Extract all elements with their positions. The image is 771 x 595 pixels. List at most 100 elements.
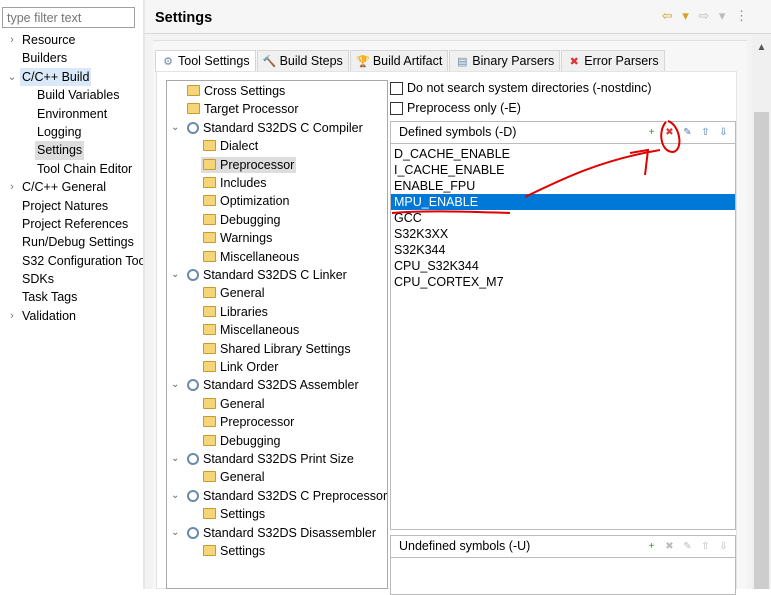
tab-label: Error Parsers — [584, 54, 659, 68]
chevron-right-icon[interactable]: › — [6, 31, 18, 49]
move-down-symbol-icon[interactable]: ⇩ — [716, 125, 731, 140]
nav-item[interactable]: Task Tags — [0, 288, 143, 306]
tab-build-steps[interactable]: 🔨 Build Steps — [256, 50, 349, 71]
tab-build-artifact[interactable]: 🏆 Build Artifact — [349, 50, 449, 71]
tree-item[interactable]: Includes — [201, 174, 269, 192]
symbol-item[interactable]: CPU_S32K344 — [391, 258, 735, 274]
tree-item[interactable]: Target Processor — [185, 100, 300, 118]
nav-item[interactable]: Project References — [0, 215, 143, 233]
tab-error-parsers[interactable]: ✖ Error Parsers — [561, 50, 665, 71]
nostdinc-checkbox[interactable] — [390, 82, 403, 95]
chevron-down-icon[interactable]: ⌄ — [171, 376, 181, 394]
tree-item[interactable]: Miscellaneous — [201, 321, 301, 339]
nav-item[interactable]: Build Variables — [0, 86, 143, 104]
back-button[interactable]: ⇦ ▾ — [662, 8, 692, 23]
scroll-up-icon[interactable]: ▲ — [752, 42, 771, 53]
tree-item[interactable]: Optimization — [201, 192, 291, 210]
tree-item[interactable]: Link Order — [201, 358, 280, 376]
nav-item[interactable]: › Resource — [0, 31, 143, 49]
tree-item[interactable]: Settings — [201, 505, 267, 523]
tree-item[interactable]: Settings — [201, 542, 267, 560]
move-up-symbol-icon[interactable]: ⇧ — [698, 539, 713, 554]
scrollbar-thumb[interactable] — [754, 112, 769, 589]
add-symbol-icon[interactable]: + — [644, 125, 659, 140]
filter-input[interactable] — [2, 7, 135, 28]
error-icon: ✖ — [569, 56, 579, 68]
nav-item[interactable]: ⌄ C/C++ Build — [0, 67, 143, 87]
move-down-symbol-icon[interactable]: ⇩ — [716, 539, 731, 554]
page-title: Settings — [155, 10, 213, 26]
folder-icon — [203, 250, 216, 262]
tree-item[interactable]: Cross Settings — [185, 82, 287, 100]
chevron-down-icon[interactable]: ⌄ — [171, 119, 181, 137]
delete-symbol-icon[interactable]: ✖ — [662, 539, 677, 554]
tree-item-label: Shared Library Settings — [220, 341, 351, 356]
tree-item[interactable]: Preprocessor — [201, 156, 297, 174]
tree-item[interactable]: ⌄ Standard S32DS Assembler — [171, 376, 359, 394]
chevron-down-icon[interactable]: ⌄ — [6, 68, 18, 86]
tree-item[interactable]: ⌄ Standard S32DS C Preprocessor — [171, 487, 387, 505]
chevron-down-icon[interactable]: ⌄ — [171, 266, 181, 284]
chevron-down-icon[interactable]: ⌄ — [171, 487, 181, 505]
tree-item[interactable]: General — [201, 468, 266, 486]
symbol-item[interactable]: I_CACHE_ENABLE — [391, 162, 735, 178]
tab-tool-settings[interactable]: ⚙ Tool Settings — [155, 50, 256, 72]
tree-item[interactable]: General — [201, 284, 266, 302]
preprocess-only-checkbox[interactable] — [390, 102, 403, 115]
nav-item[interactable]: Tool Chain Editor — [0, 160, 143, 178]
tab-binary-parsers[interactable]: ▤ Binary Parsers — [449, 50, 561, 71]
nav-item[interactable]: S32 Configuration Too — [0, 252, 145, 270]
nav-item-label: Builders — [22, 51, 68, 66]
chevron-right-icon[interactable]: › — [6, 178, 18, 196]
symbol-item[interactable]: GCC — [391, 210, 735, 226]
defined-symbols-list[interactable]: D_CACHE_ENABLE I_CACHE_ENABLE ENABLE_FPU MP… — [391, 144, 735, 290]
chevron-down-icon[interactable]: ⌄ — [171, 524, 181, 542]
tree-item[interactable]: Preprocessor — [201, 413, 296, 431]
nav-item[interactable]: Project Natures — [0, 197, 143, 215]
tree-item[interactable]: ⌄ Standard S32DS Print Size — [171, 450, 354, 468]
symbol-item[interactable]: S32K344 — [391, 242, 735, 258]
tree-item[interactable]: Dialect — [201, 137, 260, 155]
add-symbol-icon[interactable]: + — [644, 539, 659, 554]
nav-item[interactable]: Run/Debug Settings — [0, 233, 143, 251]
chevron-down-icon[interactable]: ⌄ — [171, 450, 181, 468]
nav-item[interactable]: Builders — [0, 49, 143, 67]
tool-gear-icon — [187, 269, 199, 281]
tree-item[interactable]: ⌄ Standard S32DS C Linker — [171, 266, 347, 284]
defined-symbols-title: Defined symbols (-D) — [399, 125, 517, 139]
tree-item-label: Miscellaneous — [220, 323, 300, 338]
view-menu-icon[interactable]: ⋮ — [735, 8, 751, 23]
symbol-item[interactable]: D_CACHE_ENABLE — [391, 146, 735, 162]
tree-item[interactable]: ⌄ Standard S32DS Disassembler — [171, 524, 376, 542]
nav-item-label: Build Variables — [37, 88, 120, 103]
tree-item[interactable]: General — [201, 395, 266, 413]
tree-item[interactable]: ⌄ Standard S32DS C Compiler — [171, 119, 363, 137]
symbol-item[interactable]: ENABLE_FPU — [391, 178, 735, 194]
nav-item[interactable]: › Validation — [0, 307, 143, 325]
nav-item[interactable]: Settings — [0, 141, 143, 160]
edit-symbol-icon[interactable]: ✎ — [680, 125, 695, 140]
tree-item[interactable]: Debugging — [201, 432, 282, 450]
tree-item[interactable]: Libraries — [201, 303, 270, 321]
move-up-symbol-icon[interactable]: ⇧ — [698, 125, 713, 140]
delete-symbol-icon[interactable]: ✖ — [662, 125, 677, 140]
chevron-right-icon[interactable]: › — [6, 307, 18, 325]
symbol-item[interactable]: S32K3XX — [391, 226, 735, 242]
tree-item[interactable]: Miscellaneous — [201, 248, 301, 266]
tree-item-label: Preprocessor — [220, 157, 295, 172]
nav-item[interactable]: Logging — [0, 123, 143, 141]
symbol-item[interactable]: MPU_ENABLE — [391, 194, 735, 210]
symbol-item[interactable]: CPU_CORTEX_M7 — [391, 274, 735, 290]
forward-button[interactable]: ⇨ ▾ — [698, 8, 728, 23]
tree-item[interactable]: Warnings — [201, 229, 274, 247]
nav-item[interactable]: SDKs — [0, 270, 143, 288]
nav-item[interactable]: Environment — [0, 105, 143, 123]
folder-icon — [203, 195, 216, 207]
edit-symbol-icon[interactable]: ✎ — [680, 539, 695, 554]
folder-icon — [203, 232, 216, 244]
preprocess-only-label: Preprocess only (-E) — [407, 101, 521, 115]
tree-item[interactable]: Shared Library Settings — [201, 340, 353, 358]
nav-item[interactable]: › C/C++ General — [0, 178, 143, 196]
folder-icon — [203, 361, 216, 372]
tree-item[interactable]: Debugging — [201, 211, 282, 229]
